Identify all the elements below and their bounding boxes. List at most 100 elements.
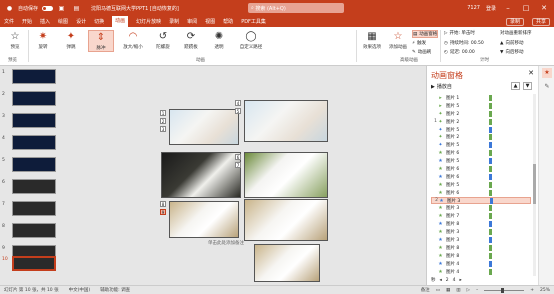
timing-bar[interactable] <box>489 158 492 165</box>
animation-row[interactable]: ★图片 4 <box>431 275 531 276</box>
normal-view-icon[interactable]: ▭ <box>436 288 440 293</box>
animation-marker[interactable]: 2 <box>160 118 166 124</box>
move-up-icon[interactable]: ▲ <box>511 82 520 90</box>
animation-pane-icon[interactable]: ★ <box>542 68 552 78</box>
search-box[interactable]: ⌕ 搜索 (Alt+Q) <box>248 3 344 13</box>
animation-row[interactable]: ▸ 图片 1 <box>431 94 531 102</box>
reading-view-icon[interactable]: ▥ <box>456 288 460 293</box>
effect-teeter[interactable]: ↺ 陀螺旋 <box>150 30 176 50</box>
animation-pane-button[interactable]: ▤ 动画窗格 <box>412 30 439 38</box>
format-icon[interactable]: ✎ <box>542 82 552 92</box>
menu-insert[interactable]: 插入 <box>40 18 50 25</box>
maximize-icon[interactable]: □ <box>520 4 532 12</box>
slide-canvas[interactable]: 1 2 3 4 5 6 7 8 9 单击此处添加备注 <box>68 66 426 285</box>
dog-picture-4[interactable] <box>244 152 328 198</box>
timing-bar[interactable] <box>489 165 492 172</box>
autosave-toggle[interactable] <box>42 5 54 11</box>
slideshow-icon[interactable]: ▷ <box>466 288 469 293</box>
effect-bounce[interactable]: ✦ 弹跳 <box>58 30 84 50</box>
timing-bar[interactable] <box>489 118 492 125</box>
animation-row[interactable]: ★ 图片 7 <box>431 212 531 220</box>
notes-placeholder[interactable]: 单击此处添加备注 <box>208 240 244 246</box>
menu-review[interactable]: 审阅 <box>187 18 197 25</box>
animation-row[interactable]: ★ 图片 3 <box>431 236 531 244</box>
zoom-prev-icon[interactable]: ◂ <box>440 278 442 283</box>
animation-row[interactable]: 1 ✦ 图片 2 <box>431 118 531 126</box>
close-icon[interactable]: ✕ <box>538 4 550 12</box>
animation-row[interactable]: ✦ 图片 2 <box>431 133 531 141</box>
zoom-in-icon[interactable]: + <box>530 288 534 293</box>
animation-marker[interactable]: 3 <box>160 126 166 132</box>
slide-thumbnail-1[interactable] <box>12 69 56 84</box>
pane-scrollbar[interactable] <box>533 94 536 276</box>
timing-bar[interactable] <box>489 268 492 275</box>
start-select[interactable]: ▷ 开始: 单击时 <box>444 30 475 37</box>
timing-bar[interactable] <box>489 205 492 212</box>
menu-help[interactable]: 帮助 <box>223 18 233 25</box>
animation-row[interactable]: ★ 图片 6 <box>431 189 531 197</box>
menu-slideshow[interactable]: 幻灯片放映 <box>136 18 161 25</box>
menu-draw[interactable]: 绘图 <box>58 18 68 25</box>
timing-bar[interactable] <box>490 197 493 204</box>
menu-transitions[interactable]: 切换 <box>94 18 104 25</box>
dog-picture-3[interactable] <box>161 152 241 198</box>
animation-row[interactable]: ★图片 4 <box>431 268 531 276</box>
zoom-slider[interactable] <box>484 287 525 293</box>
menu-view[interactable]: 视图 <box>205 18 215 25</box>
timing-bar[interactable] <box>489 181 492 188</box>
animation-marker[interactable]: 4 <box>235 100 241 106</box>
animation-row[interactable]: ★ 图片 8 <box>431 244 531 252</box>
menu-pdf[interactable]: PDF工具集 <box>241 18 266 25</box>
animation-row[interactable]: ✦ 图片 5 <box>431 141 531 149</box>
timing-bar[interactable] <box>489 189 492 196</box>
animation-row[interactable]: ★ 图片 8 <box>431 252 531 260</box>
animation-row[interactable]: ★图片 4 <box>431 260 531 268</box>
sorter-view-icon[interactable]: ▦ <box>446 288 450 293</box>
animation-row[interactable]: 2 ★ 图片 3 <box>431 196 531 205</box>
animation-row[interactable]: ★ 图片 6 <box>431 165 531 173</box>
zoom-out-icon[interactable]: – <box>476 288 478 293</box>
animation-marker[interactable]: 5 <box>235 108 241 114</box>
share-button[interactable]: 共享 <box>531 17 550 26</box>
slide-thumbnail-7[interactable] <box>12 201 56 216</box>
zoom-next-icon[interactable]: ▸ <box>460 278 462 283</box>
move-down-icon[interactable]: ▼ <box>523 82 532 90</box>
save-icon[interactable]: ▣ <box>57 4 66 13</box>
duration-field[interactable]: ◷ 持续时间: 00.50 <box>444 40 484 47</box>
zoom-level[interactable]: 25% <box>540 288 550 293</box>
timing-bar[interactable] <box>489 126 492 133</box>
animation-marker[interactable]: 8 <box>160 201 166 207</box>
effect-pulse[interactable]: ⇕ 脉冲 <box>88 30 114 52</box>
move-later-button[interactable]: ▼ 向后移动 <box>500 49 523 56</box>
effect-grow[interactable]: ◠ 放大/缩小 <box>120 30 146 50</box>
animation-row[interactable]: ★ 图片 3 <box>431 228 531 236</box>
timing-bar[interactable] <box>489 260 492 267</box>
effect-spin[interactable]: ✷ 旋转 <box>30 30 56 50</box>
slide-thumbnail-8[interactable] <box>12 223 56 238</box>
dog-picture-2[interactable] <box>244 100 328 142</box>
slide-thumbnail-6[interactable] <box>12 179 56 194</box>
animation-painter-button[interactable]: ✎ 动画刷 <box>412 49 431 56</box>
timing-bar[interactable] <box>489 94 492 101</box>
animation-row[interactable]: ✦ 图片 5 <box>431 126 531 134</box>
animation-row[interactable]: ★ 图片 5 <box>431 157 531 165</box>
play-from-button[interactable]: ▶ 播放自 <box>431 83 452 91</box>
dog-picture-1[interactable] <box>169 109 239 145</box>
timing-bar[interactable] <box>489 102 492 109</box>
notes-button[interactable]: 备注 <box>421 287 430 293</box>
slide-thumbnail-2[interactable] <box>12 91 56 106</box>
dog-picture-5[interactable] <box>169 201 239 238</box>
timing-bar[interactable] <box>489 134 492 141</box>
record-button[interactable]: 录制 <box>505 17 524 26</box>
animation-row[interactable]: ★ 图片 6 <box>431 173 531 181</box>
animation-row[interactable]: ★ 图片 5 <box>431 181 531 189</box>
timing-bar[interactable] <box>489 229 492 236</box>
timing-bar[interactable] <box>489 110 492 117</box>
account-button[interactable]: 登录 <box>486 5 496 12</box>
dog-picture-7[interactable] <box>254 244 320 282</box>
animation-row[interactable]: ★ 图片 3 <box>431 204 531 212</box>
trigger-button[interactable]: ⚡ 触发 <box>412 40 426 47</box>
animation-row[interactable]: ▸ 图片 5 <box>431 102 531 110</box>
delay-field[interactable]: ◴ 延迟: 00.00 <box>444 49 475 56</box>
slide-thumbnail-3[interactable] <box>12 113 56 128</box>
